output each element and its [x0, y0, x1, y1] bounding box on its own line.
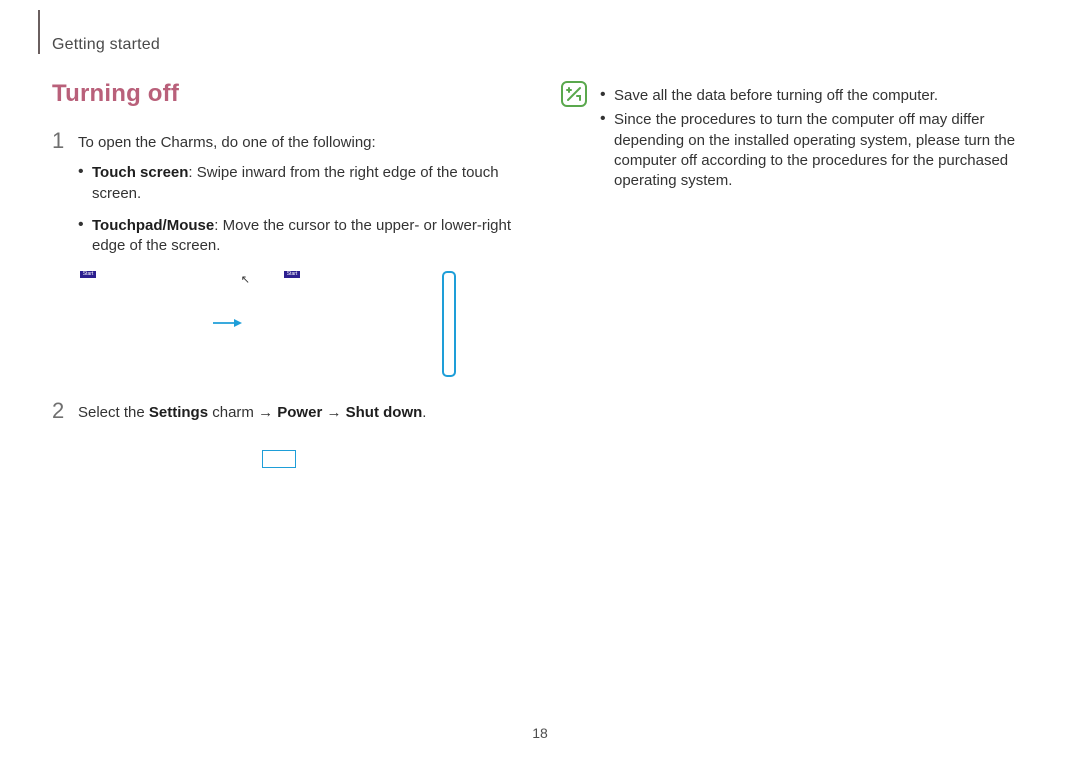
step-2-settings: Settings [149, 404, 208, 421]
step-2-suffix: . [422, 404, 426, 421]
note-item-2: • Since the procedures to turn the compu… [600, 110, 1028, 191]
note-1-text: Save all the data before turning off the… [614, 86, 1028, 106]
header-accent-bar [38, 10, 40, 54]
note-block: • Save all the data before turning off t… [560, 80, 1028, 195]
step-2: 2 Select the Settings charm → Power → Sh… [52, 400, 520, 423]
step-1-text: To open the Charms, do one of the follow… [78, 130, 520, 153]
step-2-power: Power [277, 404, 322, 421]
note-item-1: • Save all the data before turning off t… [600, 86, 1028, 106]
step-2-text: Select the Settings charm → Power → Shut… [78, 400, 520, 423]
step-1-bullets: • Touch screen: Swipe inward from the ri… [78, 163, 520, 256]
start-screen-illustration-right: Start [282, 269, 416, 379]
swipe-arrow-icon [212, 317, 242, 329]
section-title: Turning off [52, 80, 520, 108]
step-2-figure-placeholder [262, 450, 296, 468]
step-1: 1 To open the Charms, do one of the foll… [52, 130, 520, 153]
step-2-mid2: → [322, 404, 345, 421]
bullet-touchpad-mouse: • Touchpad/Mouse: Move the cursor to the… [78, 216, 520, 257]
step-1-illustration: Start ↖ Start [78, 268, 520, 380]
charms-bar-illustration [442, 271, 456, 377]
step-2-mid1: charm → [208, 404, 277, 421]
bullet-dot-icon: • [600, 86, 614, 106]
bullet-touch-screen-label: Touch screen [92, 164, 188, 181]
start-label-right: Start [284, 271, 300, 278]
start-label-left: Start [80, 271, 96, 278]
header-title: Getting started [52, 36, 160, 54]
step-2-number: 2 [52, 400, 72, 422]
note-2-text: Since the procedures to turn the compute… [614, 110, 1028, 191]
content-columns: Turning off 1 To open the Charms, do one… [52, 80, 1028, 468]
start-screen-illustration-left: Start ↖ [78, 269, 256, 379]
bullet-touch-screen: • Touch screen: Swipe inward from the ri… [78, 163, 520, 204]
bullet-touchpad-mouse-label: Touchpad/Mouse [92, 217, 214, 234]
step-1-number: 1 [52, 130, 72, 152]
step-2-shutdown: Shut down [346, 404, 423, 421]
page-header: Getting started [38, 10, 160, 54]
bullet-dot-icon: • [78, 216, 92, 257]
tiles-grid-right [284, 280, 406, 367]
note-list: • Save all the data before turning off t… [600, 86, 1028, 195]
left-column: Turning off 1 To open the Charms, do one… [52, 80, 520, 468]
cursor-icon: ↖ [241, 273, 250, 286]
bullet-touchpad-mouse-text: Touchpad/Mouse: Move the cursor to the u… [92, 216, 520, 257]
bullet-touch-screen-text: Touch screen: Swipe inward from the righ… [92, 163, 520, 204]
note-icon [560, 80, 588, 108]
bullet-dot-icon: • [600, 110, 614, 191]
right-column: • Save all the data before turning off t… [560, 80, 1028, 468]
step-2-prefix: Select the [78, 404, 149, 421]
bullet-dot-icon: • [78, 163, 92, 204]
page-number: 18 [0, 725, 1080, 741]
